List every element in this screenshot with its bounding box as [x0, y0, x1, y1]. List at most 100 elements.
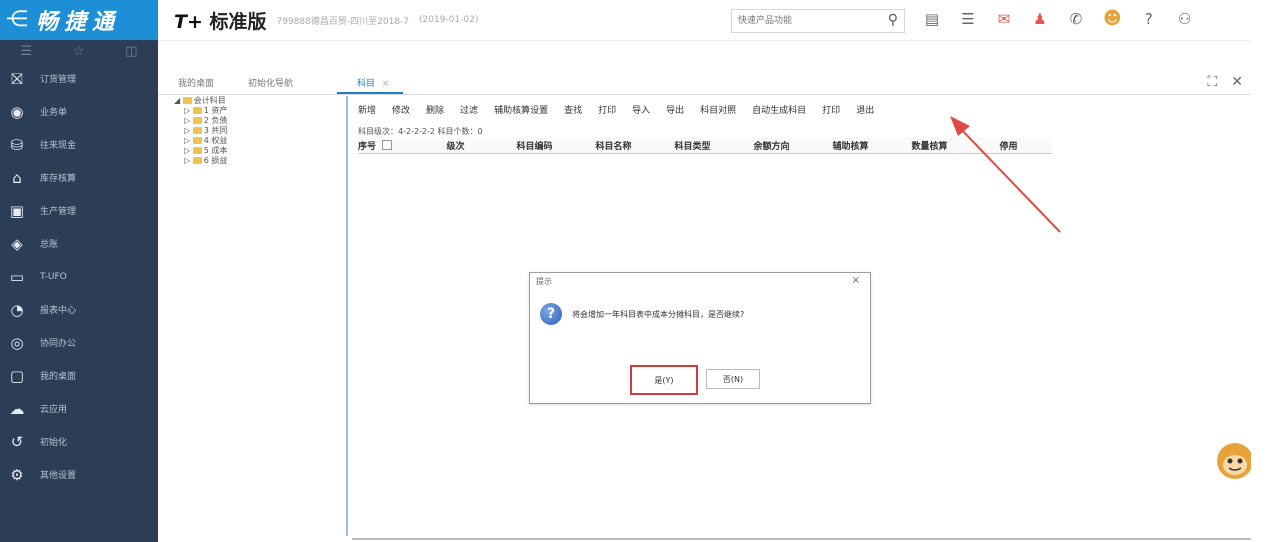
phone-icon[interactable]: ✆ [1067, 10, 1085, 28]
report-icon: ◔ [10, 300, 24, 319]
recent-icon[interactable]: ◫ [125, 44, 137, 59]
edition-title: T+ 标准版 [174, 7, 267, 34]
settings-icon: ⚙ [10, 465, 24, 484]
sidebar-item-7[interactable]: ◔ 报表中心 [0, 293, 158, 326]
collab-icon: ◎ [10, 333, 24, 352]
brand-bar: ⋲ 畅捷通 [0, 0, 158, 40]
sidebar-item-10[interactable]: ☁ 云应用 [0, 392, 158, 425]
mascot-icon[interactable]: ☻ [1103, 8, 1122, 29]
warehouse-icon: ⌂ [12, 168, 22, 187]
sidebar-item-8[interactable]: ◎ 协同办公 [0, 326, 158, 359]
tab-strip: 我的桌面 初始化导航 科目 × ⛶ ✕ [158, 72, 1251, 95]
production-icon: ▣ [9, 201, 25, 220]
grid-column-header[interactable]: 科目名称 [574, 137, 653, 153]
top-bar: T+ 标准版 799888德昌百贸-四川至2018-7 (2019-01-02)… [158, 0, 1251, 41]
accounts-toolbar: 新增 修改 删除 过滤 辅助核算设置 查找 打印 导入 导出 科目对照 自动生成科目 打印 退出 [358, 100, 1228, 118]
restore-icon[interactable]: ⛶ [1207, 74, 1217, 90]
sidebar-item-6[interactable]: ▭ T-UFO [0, 260, 158, 293]
toolbar-item-3[interactable]: 过滤 [460, 103, 478, 116]
tree-node[interactable]: ▷ 1 资产 [168, 106, 346, 116]
toolbar-item-6[interactable]: 打印 [598, 103, 616, 116]
toolbar-item-1[interactable]: 修改 [392, 103, 410, 116]
toolbar-item-0[interactable]: 新增 [358, 103, 376, 116]
toolbar-item-9[interactable]: 科目对照 [700, 103, 736, 116]
no-button[interactable]: 否(N) [706, 369, 760, 389]
sidebar-item-label: 生产管理 [40, 207, 77, 217]
sidebar-item-label: 初始化 [40, 438, 68, 448]
red-arrow-annotation [950, 116, 1061, 233]
grid-column-header[interactable]: 辅助核算 [811, 137, 890, 153]
page-right-margin [1251, 0, 1269, 542]
grid-column-header[interactable]: 序号 [358, 137, 416, 153]
grid-column-header[interactable]: 科目类型 [653, 137, 732, 153]
account-tree[interactable]: ◢ 会计科目 ▷ 1 资产 ▷ 2 负债 ▷ 3 共同 ▷ 4 权益 ▷ 5 成本 ▷ 6… [168, 96, 348, 536]
toolbar-item-4[interactable]: 辅助核算设置 [494, 103, 548, 116]
sidebar-item-label: T-UFO [40, 271, 67, 282]
edition-prefix: T+ [174, 10, 203, 33]
star-icon[interactable]: ☆ [73, 44, 85, 59]
tree-node[interactable]: ▷ 5 成本 [168, 146, 346, 156]
sidebar-item-label: 报表中心 [40, 306, 77, 316]
tree-root[interactable]: ◢ 会计科目 [168, 96, 346, 106]
toolbar-item-10[interactable]: 自动生成科目 [752, 103, 806, 116]
dialog-close-icon[interactable]: × [852, 275, 860, 286]
tab-close-icon[interactable]: × [382, 79, 390, 89]
sidebar-item-label: 云应用 [40, 405, 68, 415]
search-icon[interactable]: ⚲ [888, 12, 898, 28]
toolbar-item-12[interactable]: 退出 [856, 103, 874, 116]
tree-node[interactable]: ▷ 2 负债 [168, 116, 346, 126]
notification-icon[interactable]: ✉ [995, 10, 1013, 28]
sidebar-item-label: 协同办公 [40, 339, 77, 349]
toolbar-item-8[interactable]: 导出 [666, 103, 684, 116]
login-date: (2019-01-02) [419, 15, 479, 25]
user-icon[interactable]: ⚇ [1176, 10, 1194, 28]
tab-accounts-label: 科目 [357, 79, 376, 89]
back-arrow-icon[interactable]: ⋲ [6, 9, 28, 31]
sidebar-item-label: 其他设置 [40, 471, 77, 481]
sidebar: ⋲ 畅捷通 ☰ ☆ ◫ ⛝ 订货管理 ◉ 业务单 ⛁ 往来现金 ⌂ 库存核算 ▣ 生产管理 ◈ 总账 ▭… [0, 0, 158, 542]
grid-column-header[interactable]: 余额方向 [732, 137, 811, 153]
sidebar-item-label: 订货管理 [40, 75, 77, 85]
close-icon[interactable]: ✕ [1231, 74, 1243, 90]
monkey-mascot-icon[interactable] [1205, 437, 1253, 483]
order-icon: ⛝ [11, 69, 23, 88]
sidebar-item-11[interactable]: ↺ 初始化 [0, 425, 158, 458]
sidebar-item-1[interactable]: ◉ 业务单 [0, 95, 158, 128]
menu-icon[interactable]: ☰ [20, 44, 32, 59]
tab-desktop[interactable]: 我的桌面 [158, 76, 228, 94]
sidebar-item-4[interactable]: ▣ 生产管理 [0, 194, 158, 227]
dialog-header: 提示 × [530, 273, 870, 289]
yes-button[interactable]: 是(Y) [630, 365, 698, 395]
tree-node[interactable]: ▷ 6 损益 [168, 156, 346, 166]
folder-icon [182, 97, 192, 104]
list-icon[interactable]: ☰ [959, 10, 977, 28]
grid-column-header[interactable]: 级次 [416, 137, 495, 153]
select-all-checkbox[interactable] [382, 140, 393, 150]
folder-icon [192, 157, 202, 164]
sidebar-item-3[interactable]: ⌂ 库存核算 [0, 161, 158, 194]
help-icon[interactable]: ? [1140, 10, 1158, 28]
sidebar-item-2[interactable]: ⛁ 往来现金 [0, 128, 158, 161]
sidebar-item-9[interactable]: ▢ 我的桌面 [0, 359, 158, 392]
tab-init-nav[interactable]: 初始化导航 [228, 76, 307, 94]
toolbar-item-11[interactable]: 打印 [822, 103, 840, 116]
search-input[interactable] [732, 15, 880, 27]
business-icon: ◉ [10, 102, 24, 121]
toolbar-item-2[interactable]: 删除 [426, 103, 444, 116]
search-box[interactable]: ⚲ [731, 9, 905, 33]
toolbar-item-5[interactable]: 查找 [564, 103, 582, 116]
grid-column-header[interactable]: 科目编码 [495, 137, 574, 153]
alert-icon[interactable]: ♟ [1031, 10, 1049, 28]
tab-accounts[interactable]: 科目 × [337, 76, 404, 94]
folder-icon [192, 137, 202, 144]
tree-node[interactable]: ▷ 3 共同 [168, 126, 346, 136]
content-bottom-border [352, 538, 1251, 540]
folder-icon [192, 147, 202, 154]
sidebar-item-0[interactable]: ⛝ 订货管理 [0, 62, 158, 95]
sidebar-item-12[interactable]: ⚙ 其他设置 [0, 458, 158, 491]
brand-logo: 畅捷通 [36, 10, 121, 35]
calendar-icon[interactable]: ▤ [923, 10, 941, 28]
toolbar-item-7[interactable]: 导入 [632, 103, 650, 116]
tree-node[interactable]: ▷ 4 权益 [168, 136, 346, 146]
sidebar-item-5[interactable]: ◈ 总账 [0, 227, 158, 260]
